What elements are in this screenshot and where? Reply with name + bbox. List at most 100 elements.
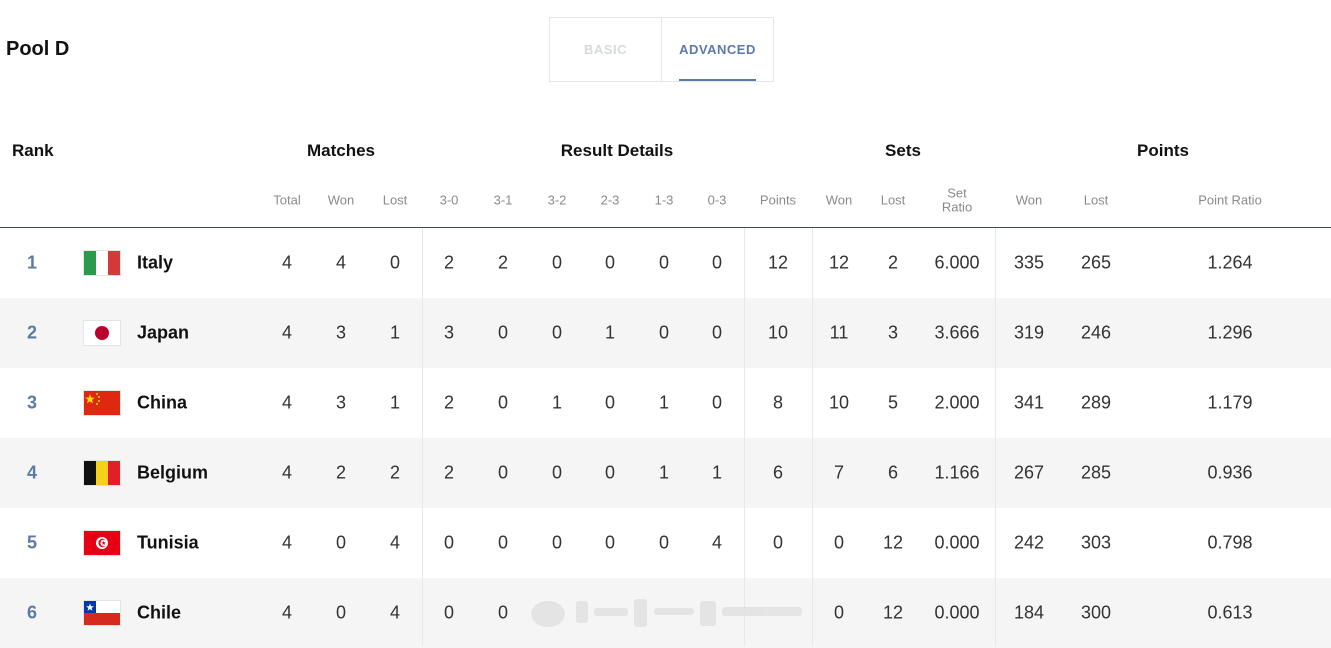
cell-r03: 1 [711,462,723,483]
cell-sets-lost: 2 [887,252,899,273]
team-name[interactable]: China [137,393,187,414]
cell-r30: 2 [443,252,455,273]
cell-r31: 0 [497,322,509,343]
cell-r31: 0 [497,602,509,623]
rank-number: 3 [26,392,38,413]
subheader-sets-lost: Lost [880,192,906,208]
subheader-won: Won [327,192,355,208]
cell-pts-won: 341 [1013,392,1045,413]
cell-set-ratio: 3.666 [934,322,980,343]
cell-lost: 1 [389,322,401,343]
group-header-result-details: Result Details [560,141,674,160]
cell-point-ratio: 0.798 [1207,532,1253,553]
team-name[interactable]: Chile [137,603,181,624]
cell-pts-lost: 303 [1080,532,1112,553]
subheader-points-lost: Lost [1083,192,1109,208]
group-header-rank: Rank [12,141,54,160]
team-name[interactable]: Japan [137,323,189,344]
cell-sets-lost: 3 [887,322,899,343]
cell-r23: 0 [604,392,616,413]
table-row[interactable]: 2 Japan 4 3 1 3 0 0 1 0 0 10 11 3 3.666 319 246 1.296 [0,298,1331,368]
cell-r30: 2 [443,392,455,413]
cell-sets-lost: 5 [887,392,899,413]
cell-r13: 1 [658,392,670,413]
chile-flag-icon [84,601,120,625]
china-flag-icon [84,391,120,415]
cell-points: 6 [772,462,784,483]
cell-total: 4 [281,532,293,553]
tab-advanced[interactable]: ADVANCED [661,18,773,81]
rank-number: 2 [26,322,38,343]
cell-r13: 0 [658,252,670,273]
cell-sets-lost: 6 [887,462,899,483]
cell-point-ratio: 1.296 [1207,322,1253,343]
cell-r30: 2 [443,462,455,483]
rank-number: 4 [26,462,38,483]
table-row[interactable]: 1 Italy 4 4 0 2 2 0 0 0 0 12 12 2 6.000 335 265 1.264 [0,228,1331,298]
cell-set-ratio: 1.166 [934,462,980,483]
belgium-flag-icon [84,461,120,485]
column-divider [995,228,996,646]
subheader-points-won: Won [1015,192,1043,208]
cell-won: 4 [335,252,347,273]
cell-lost: 1 [389,392,401,413]
cell-point-ratio: 0.613 [1207,602,1253,623]
cell-won: 3 [335,322,347,343]
cell-lost: 4 [389,532,401,553]
table-row[interactable]: 4 Belgium 4 2 2 2 0 0 0 1 1 6 7 6 1.166 267 285 0.936 [0,438,1331,508]
cell-r32: 1 [551,392,563,413]
team-name[interactable]: Italy [137,253,173,274]
cell-r03: 4 [711,532,723,553]
cell-pts-won: 184 [1013,602,1045,623]
cell-r31: 2 [497,252,509,273]
cell-lost: 0 [389,252,401,273]
subheader-total: Total [273,192,301,208]
subheader-3-1: 3-1 [493,192,513,208]
cell-point-ratio: 1.264 [1207,252,1253,273]
team-name[interactable]: Tunisia [137,533,199,554]
group-header-points: Points [1137,141,1189,160]
column-divider [812,228,813,646]
cell-sets-won: 0 [833,532,845,553]
cell-r32: 0 [551,532,563,553]
team-name[interactable]: Belgium [137,463,208,484]
cell-pts-won: 242 [1013,532,1045,553]
cell-set-ratio: 6.000 [934,252,980,273]
cell-pts-lost: 285 [1080,462,1112,483]
cell-r13: 0 [658,532,670,553]
cell-r31: 0 [497,392,509,413]
cell-sets-won: 0 [833,602,845,623]
table-row[interactable]: 5 Tunisia 4 0 4 0 0 0 0 0 4 0 0 12 0.000 242 303 0.798 [0,508,1331,578]
subheader-1-3: 1-3 [654,192,674,208]
cell-won: 0 [335,532,347,553]
cell-r31: 0 [497,532,509,553]
cell-total: 4 [281,602,293,623]
cell-sets-won: 12 [828,252,850,273]
subheader-set-ratio-line1: Set [947,185,967,201]
cell-points: 10 [767,322,789,343]
cell-r13: 1 [658,462,670,483]
cell-won: 0 [335,602,347,623]
cell-r32: 0 [551,462,563,483]
cell-total: 4 [281,322,293,343]
subheader-2-3: 2-3 [600,192,620,208]
cell-total: 4 [281,462,293,483]
cell-r23: 1 [604,322,616,343]
cell-pts-won: 267 [1013,462,1045,483]
cell-set-ratio: 0.000 [934,602,980,623]
cell-points: 12 [767,252,789,273]
cell-point-ratio: 0.936 [1207,462,1253,483]
table-row[interactable]: 6 Chile 4 0 4 0 0 0 12 0.000 184 300 0.613 [0,578,1331,648]
view-tabs: BASIC ADVANCED [549,17,774,82]
rank-number: 6 [26,602,38,623]
cell-pts-won: 335 [1013,252,1045,273]
cell-pts-lost: 289 [1080,392,1112,413]
cell-sets-won: 11 [829,322,849,343]
tab-basic[interactable]: BASIC [550,18,661,81]
subheader-points: Points [759,192,797,208]
rank-number: 1 [26,252,38,273]
subheader-3-2: 3-2 [547,192,567,208]
tunisia-flag-icon [84,531,120,555]
table-row[interactable]: 3 China 4 3 1 2 0 1 0 1 0 8 10 5 2.000 341 289 1.179 [0,368,1331,438]
cell-set-ratio: 2.000 [934,392,980,413]
